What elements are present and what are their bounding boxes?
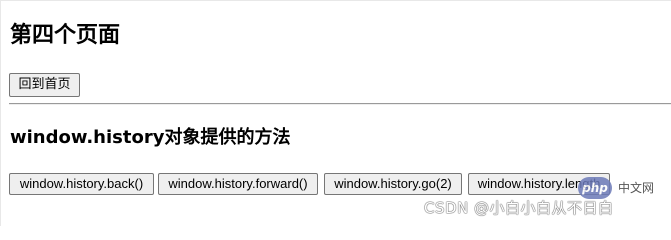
history-back-button[interactable]: window.history.back() [9, 173, 154, 195]
author-watermark: CSDN @小白小白从不日白 [424, 199, 614, 217]
php-logo-watermark: php [578, 177, 612, 199]
page-title: 第四个页面 [10, 23, 121, 48]
history-forward-button[interactable]: window.history.forward() [158, 173, 318, 195]
history-go-button[interactable]: window.history.go(2) [324, 173, 462, 195]
divider [9, 103, 671, 105]
section-title: window.history对象提供的方法 [10, 127, 291, 148]
site-name-watermark: 中文网 [618, 181, 655, 195]
back-to-home-button[interactable]: 回到首页 [9, 73, 80, 97]
